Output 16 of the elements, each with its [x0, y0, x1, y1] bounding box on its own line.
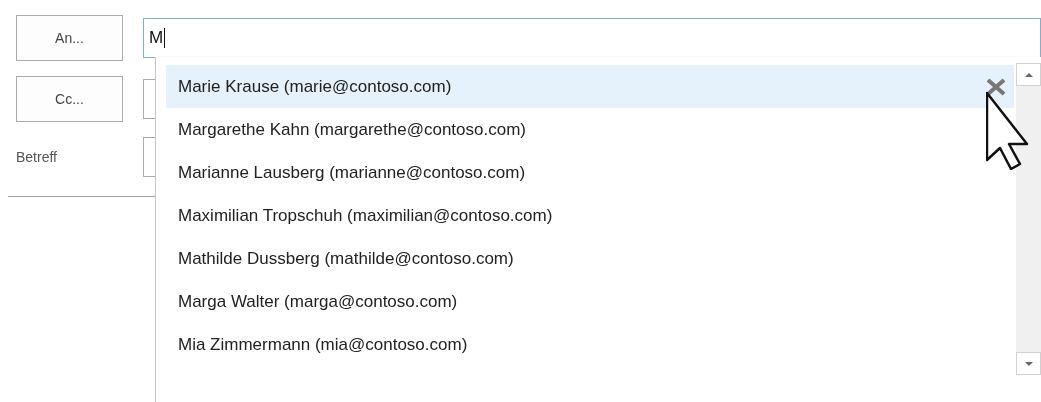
suggestion-item[interactable]: Mia Zimmermann (mia@contoso.com) [166, 323, 1014, 366]
scroll-down-button[interactable] [1016, 352, 1041, 375]
suggestion-item[interactable]: Marianne Lausberg (marianne@contoso.com) [166, 151, 1014, 194]
suggestion-item[interactable]: Marga Walter (marga@contoso.com) [166, 280, 1014, 323]
subject-label: Betreff [16, 147, 58, 167]
suggestion-item[interactable]: Mathilde Dussberg (mathilde@contoso.com) [166, 237, 1014, 280]
suggestion-item[interactable]: Marie Krause (marie@contoso.com) [166, 65, 1014, 108]
scroll-up-button[interactable] [1016, 63, 1041, 86]
suggestion-item[interactable]: Maximilian Tropschuh (maximilian@contoso.com) [166, 194, 1014, 237]
scrollbar[interactable] [1016, 63, 1041, 375]
remove-icon[interactable] [986, 77, 1006, 96]
down-arrow-icon [1024, 361, 1033, 366]
text-caret [164, 28, 166, 48]
up-arrow-icon [1024, 72, 1033, 77]
recipient-button[interactable]: An... [16, 15, 123, 61]
recipient-button[interactable]: Cc... [16, 76, 123, 122]
